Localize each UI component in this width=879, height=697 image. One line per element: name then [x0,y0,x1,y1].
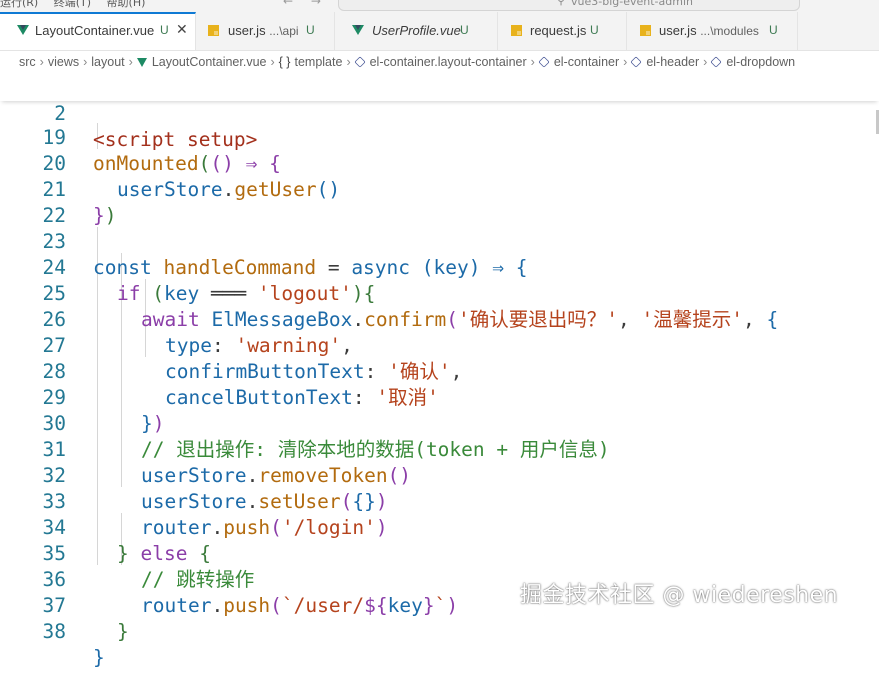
menu-bar: 运行(R) 终端(T) 帮助(H) [0,0,157,10]
tab-label-group: user.js ...\modules [659,23,759,38]
breadcrumb-item-file[interactable]: LayoutContainer.vue [152,55,267,69]
code-line: 2 <script setup> [0,75,879,151]
navigation-arrows: ← → [283,0,335,8]
code-line: 30 // 退出操作: 清除本地的数据(token + 用户信息) [0,385,879,461]
component-icon [630,56,642,68]
watermark: 掘金技术社区 @ wiedereshen [520,583,839,608]
chevron-right-icon: › [623,55,628,69]
js-file-icon [511,23,522,36]
js-file-icon [640,23,651,36]
tab-label: request.js [530,23,587,38]
tab-layoutcontainer-vue[interactable]: LayoutContainer.vue U ✕ [0,12,196,50]
command-center-search[interactable]: ⚲ vue3-big-event-admin [338,0,800,11]
component-icon [353,56,366,68]
menu-item-run[interactable]: 运行(R) [0,0,38,9]
forward-arrow-icon[interactable]: → [311,0,321,8]
menu-item-help[interactable]: 帮助(H) [107,0,146,9]
breadcrumb-item-el-container[interactable]: el-container [554,55,619,69]
code-line: 25 await ElMessageBox.confirm('确认要退出吗？',… [0,255,879,331]
tab-path: ...\modules [700,24,759,38]
breadcrumb: src › views › layout › LayoutContainer.vue ›{ }… [0,51,879,75]
chevron-right-icon: › [703,55,708,69]
token: < [93,128,105,151]
line-number: 2 [54,102,66,125]
tab-status-badge: U [460,23,469,37]
editor-tab-bar: LayoutContainer.vue U ✕ user.js ...\api … [0,12,879,51]
braces-icon: { } [278,55,291,69]
tab-label: user.js [659,23,697,38]
tab-user-js-api[interactable]: user.js ...\api U [196,12,335,50]
vue-file-icon [17,23,29,35]
token: } [93,646,105,669]
chevron-right-icon: › [39,55,44,69]
breadcrumb-item-template[interactable]: template [294,55,342,69]
tab-userprofile-vue[interactable]: UserProfile.vue U [335,12,498,50]
code-content: <script setup> [93,127,257,153]
search-text: vue3-big-event-admin [571,0,693,8]
vue-file-icon [352,23,364,35]
tab-request-js[interactable]: request.js U [498,12,627,50]
code-line: 21 }) [0,151,879,227]
component-icon [710,56,722,68]
line-number: 38 [42,620,66,643]
code-line: 31 userStore.removeToken() [0,411,879,487]
chevron-right-icon: › [128,55,133,69]
tab-label-group: user.js ...\api [228,23,299,38]
code-line: 29 }) [0,359,879,435]
chevron-right-icon: › [346,55,351,69]
tab-label: LayoutContainer.vue [35,23,155,38]
tab-label: user.js [228,23,266,38]
vue-file-icon [136,58,147,67]
menu-item-terminal[interactable]: 终端(T) [54,0,91,9]
code-line: 27 confirmButtonText: '确认', [0,307,879,383]
breadcrumb-item-layout[interactable]: layout [91,55,124,69]
token: setup [186,128,246,151]
tab-path: ...\api [269,24,299,38]
close-icon[interactable]: ✕ [176,21,188,38]
code-line: 36 router.push(`/user/${key}`) [0,541,879,617]
chevron-right-icon: › [530,55,535,69]
code-line: 34 } else { [0,489,879,565]
tab-status-badge: U [306,23,315,37]
chevron-right-icon: › [270,55,275,69]
breadcrumb-item-src[interactable]: src [19,55,36,69]
tab-label: UserProfile.vue [372,23,461,38]
code-line: 23 const handleCommand = async (key) ⇒ { [0,203,879,279]
token: > [245,128,258,151]
code-line: 26 type: 'warning', [0,281,879,357]
tab-status-badge: U [769,23,778,37]
js-file-icon [208,23,219,36]
breadcrumb-item-el-header[interactable]: el-header [646,55,699,69]
code-line: 28 cancelButtonText: '取消' [0,333,879,409]
code-line: 33 router.push('/login') [0,463,879,539]
back-arrow-icon[interactable]: ← [283,0,293,8]
tab-status-badge: U [160,23,169,37]
code-line: 32 userStore.setUser({}) [0,437,879,513]
chevron-right-icon: › [83,55,88,69]
title-bar: 运行(R) 终端(T) 帮助(H) ← → ⚲ vue3-big-event-a… [0,0,879,12]
code-line: 19 onMounted(() ⇒ { [0,99,879,175]
sticky-scroll-header[interactable]: 2 <script setup> [0,75,879,151]
code-editor[interactable]: 2 <script setup> 19 onMounted(() ⇒ { 20 … [0,75,879,669]
code-line: 22 [0,177,879,227]
breadcrumb-item-el-dropdown[interactable]: el-dropdown [726,55,795,69]
component-icon [538,56,550,68]
code-line: 35 // 跳转操作 [0,515,879,591]
token: script [104,128,176,151]
breadcrumb-item-layout-container[interactable]: el-container.layout-container [370,55,527,69]
search-icon: ⚲ [557,0,566,7]
token: } [117,620,129,643]
tab-user-js-modules[interactable]: user.js ...\modules U [627,12,798,50]
tab-status-badge: U [590,23,599,37]
breadcrumb-item-views[interactable]: views [48,55,79,69]
code-line: 24 if (key ═══ 'logout'){ [0,229,879,305]
